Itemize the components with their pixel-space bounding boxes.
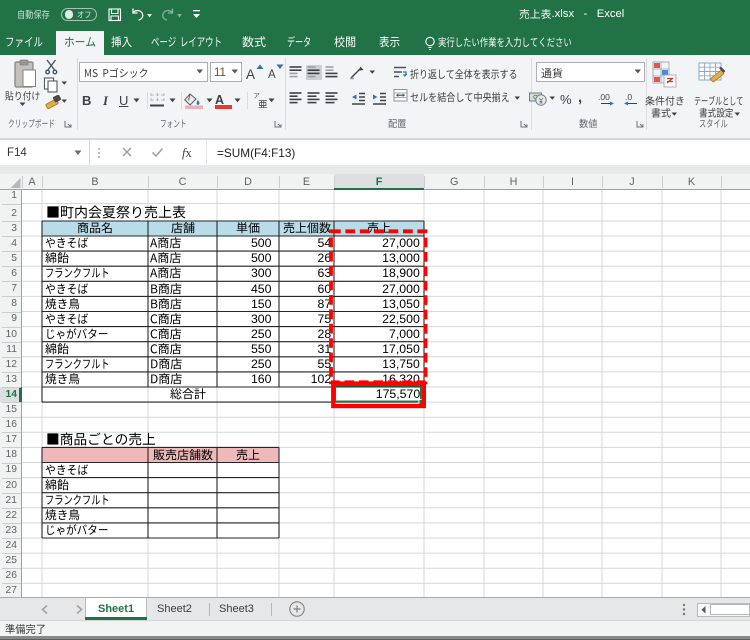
svg-text:.0: .0 [625, 92, 632, 102]
svg-text:.00: .00 [598, 92, 610, 102]
